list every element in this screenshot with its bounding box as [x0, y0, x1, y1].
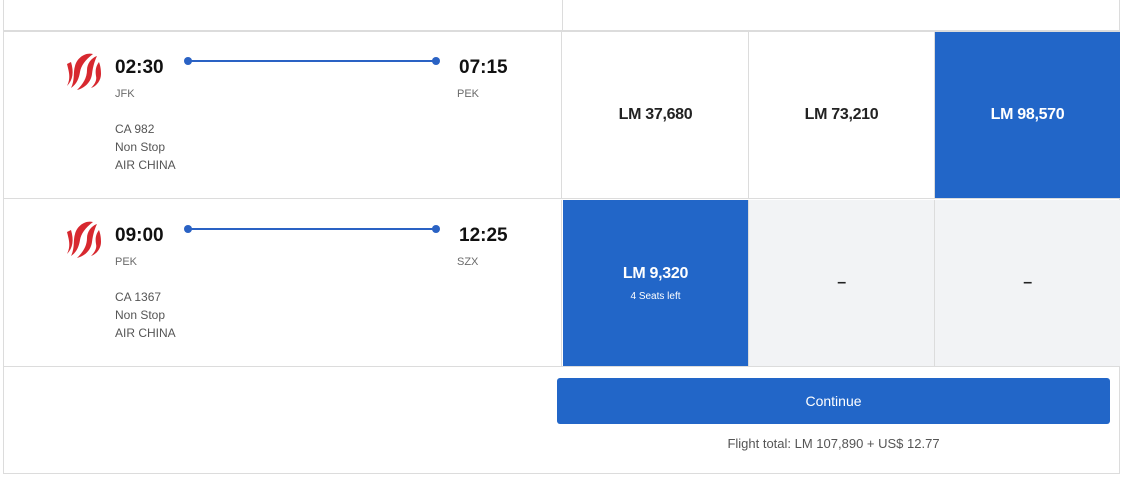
departure-airport: JFK: [115, 88, 135, 100]
fare-option[interactable]: LM 37,680: [563, 32, 749, 198]
column-divider: [562, 0, 563, 32]
fare-price: LM 9,320: [622, 264, 689, 282]
flight-row: 02:30 JFK 07:15 PEK CA 982 Non Stop AIR …: [3, 32, 1120, 199]
fare-option-selected[interactable]: LM 98,570: [935, 32, 1120, 198]
fare-price: LM 98,570: [990, 106, 1065, 123]
fare-option[interactable]: LM 73,210: [749, 32, 935, 198]
flight-details: CA 1367 Non Stop AIR CHINA: [115, 288, 176, 342]
fare-price: LM 73,210: [804, 106, 879, 123]
airline-name: AIR CHINA: [115, 326, 176, 340]
flight-number: CA 982: [115, 122, 155, 136]
stops-info: Non Stop: [115, 308, 166, 322]
fare-option-unavailable: –: [935, 200, 1120, 366]
air-china-logo-icon: [67, 221, 101, 258]
fare-price: LM 37,680: [618, 106, 693, 123]
seats-left: 4 Seats left: [630, 290, 681, 302]
arrival-time: 07:15: [459, 57, 508, 78]
flight-details: CA 982 Non Stop AIR CHINA: [115, 120, 176, 174]
fare-price: –: [837, 274, 846, 291]
continue-button[interactable]: Continue: [557, 378, 1110, 424]
flight-info: 09:00 PEK 12:25 SZX CA 1367 Non Stop AIR…: [3, 200, 562, 366]
flight-total: Flight total: LM 107,890 + US$ 12.77: [727, 436, 940, 451]
fare-option-selected[interactable]: LM 9,320 4 Seats left: [563, 200, 749, 366]
departure-airport: PEK: [115, 256, 138, 268]
route-line: [184, 57, 440, 65]
departure-time: 09:00: [115, 225, 164, 246]
fare-option-unavailable: –: [749, 200, 935, 366]
airline-name: AIR CHINA: [115, 158, 176, 172]
previous-row-fragment: [3, 0, 1120, 32]
flight-number: CA 1367: [115, 290, 162, 304]
stops-info: Non Stop: [115, 140, 166, 154]
arrival-time: 12:25: [459, 225, 508, 246]
flight-row: 09:00 PEK 12:25 SZX CA 1367 Non Stop AIR…: [3, 200, 1120, 367]
arrival-airport: SZX: [457, 256, 479, 268]
fare-price: –: [1023, 274, 1032, 291]
flight-info: 02:30 JFK 07:15 PEK CA 982 Non Stop AIR …: [3, 32, 562, 198]
route-line: [184, 225, 440, 233]
arrival-airport: PEK: [457, 88, 480, 100]
departure-time: 02:30: [115, 57, 164, 78]
air-china-logo-icon: [67, 53, 101, 90]
